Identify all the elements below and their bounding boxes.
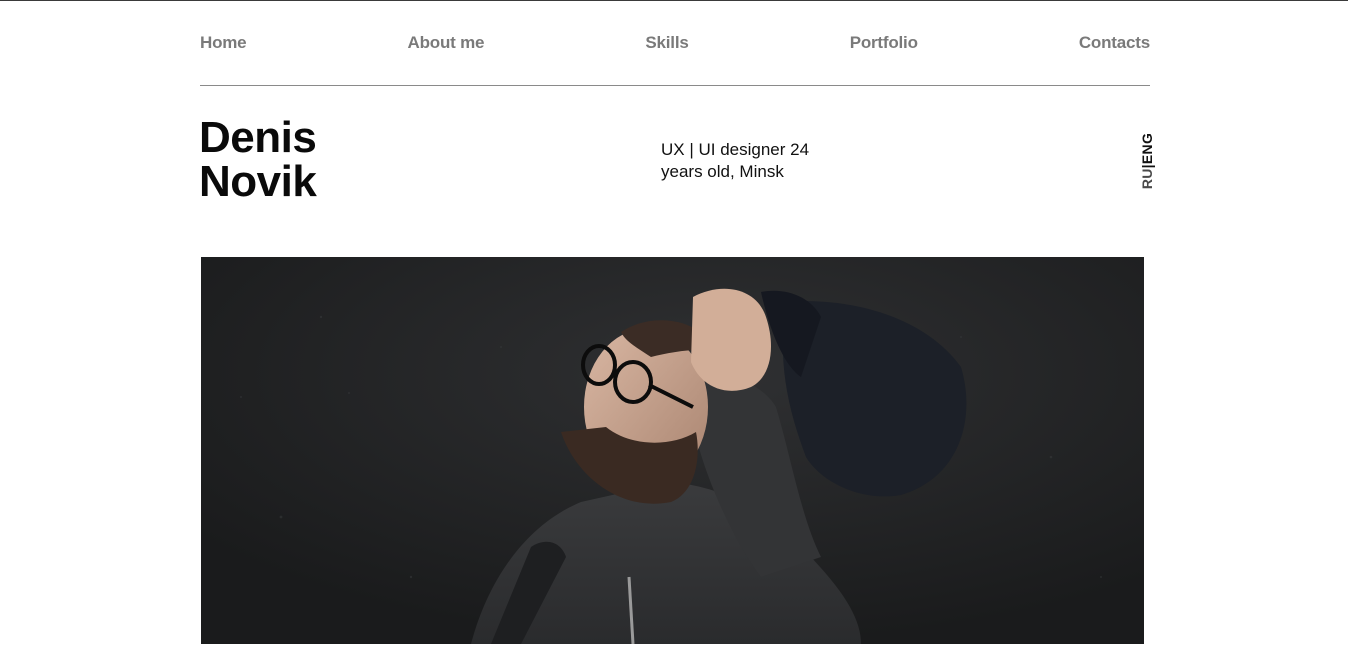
- top-border: [0, 0, 1348, 1]
- nav-skills[interactable]: Skills: [645, 33, 688, 53]
- nav-contacts[interactable]: Contacts: [1079, 33, 1150, 53]
- nav-divider: [200, 85, 1150, 86]
- main-nav: Home About me Skills Portfolio Contacts: [200, 33, 1150, 53]
- nav-home[interactable]: Home: [200, 33, 247, 53]
- portrait-illustration: [201, 257, 1144, 644]
- title-last-name: Novik: [199, 157, 317, 206]
- page-title: Denis Novik: [199, 113, 317, 206]
- nav-portfolio[interactable]: Portfolio: [850, 33, 918, 53]
- bio-text: UX | UI designer 24 years old, Minsk: [661, 140, 810, 181]
- title-first-name: Denis: [199, 113, 317, 162]
- hero-photo: [201, 257, 1144, 644]
- nav-about-me[interactable]: About me: [408, 33, 485, 53]
- lang-separator: |: [1139, 164, 1156, 169]
- lang-ru-link[interactable]: RU: [1139, 168, 1155, 189]
- lang-eng-link[interactable]: ENG: [1139, 133, 1155, 164]
- language-switcher: RU|ENG: [1137, 130, 1157, 192]
